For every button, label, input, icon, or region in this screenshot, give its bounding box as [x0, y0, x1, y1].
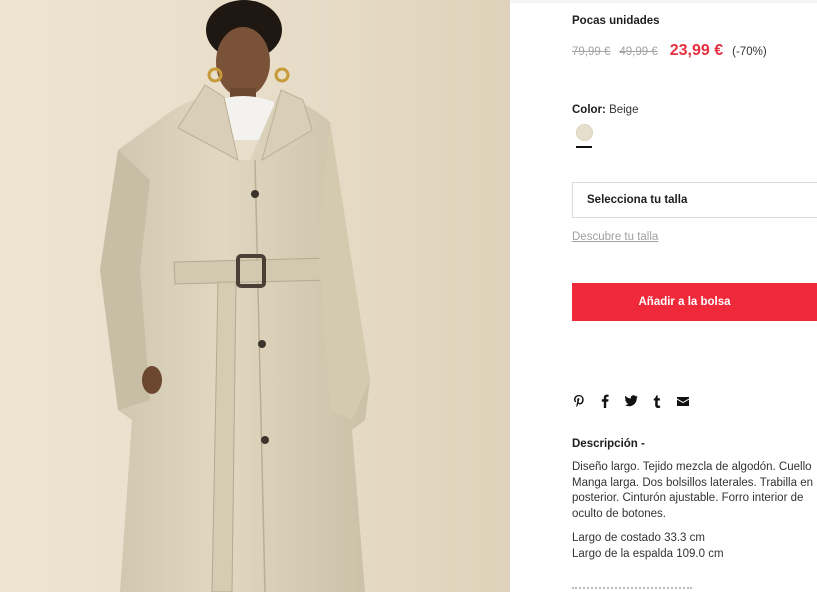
sale-price: 23,99 € — [669, 42, 724, 59]
email-icon[interactable] — [676, 393, 690, 409]
twitter-icon[interactable] — [624, 393, 638, 409]
tumblr-icon[interactable] — [650, 393, 664, 409]
add-to-bag-label: Añadir a la bolsa — [638, 296, 731, 308]
size-select[interactable]: Selecciona tu talla — [572, 182, 817, 218]
description-heading[interactable]: Descripción - — [572, 438, 645, 450]
discount-badge: (-70%) — [732, 46, 767, 58]
measurement-side-length: Largo de costado 33.3 cm — [572, 532, 705, 544]
color-label-row: Color: Beige — [572, 104, 638, 116]
price-row: 79,99 € 49,99 € 23,99 € (-70%) — [572, 42, 767, 60]
next-section-heading-cutoff — [572, 587, 692, 597]
description-text: Diseño largo. Tejido mezcla de algodón. … — [572, 461, 813, 520]
model-wearing-trench-coat — [0, 0, 510, 592]
size-guide-link[interactable]: Descubre tu talla — [572, 231, 658, 243]
stock-status: Pocas unidades — [572, 15, 660, 27]
share-icons — [572, 393, 690, 409]
color-label: Color: — [572, 104, 606, 116]
original-price: 79,99 € — [572, 46, 611, 58]
color-swatch-beige[interactable] — [576, 124, 593, 141]
add-to-bag-button[interactable]: Añadir a la bolsa — [572, 283, 817, 321]
color-value: Beige — [609, 104, 639, 116]
facebook-icon[interactable] — [598, 393, 612, 409]
measurements: Largo de costado 33.3 cm Largo de la esp… — [572, 530, 724, 562]
product-photo[interactable] — [0, 0, 510, 592]
product-info-panel: Pocas unidades 79,99 € 49,99 € 23,99 € (… — [572, 0, 817, 592]
measurement-back-length: Largo de la espalda 109.0 cm — [572, 548, 724, 560]
selected-swatch-indicator — [576, 146, 592, 148]
previous-price: 49,99 € — [619, 46, 658, 58]
pinterest-icon[interactable] — [572, 393, 586, 409]
size-select-label: Selecciona tu talla — [587, 194, 688, 206]
